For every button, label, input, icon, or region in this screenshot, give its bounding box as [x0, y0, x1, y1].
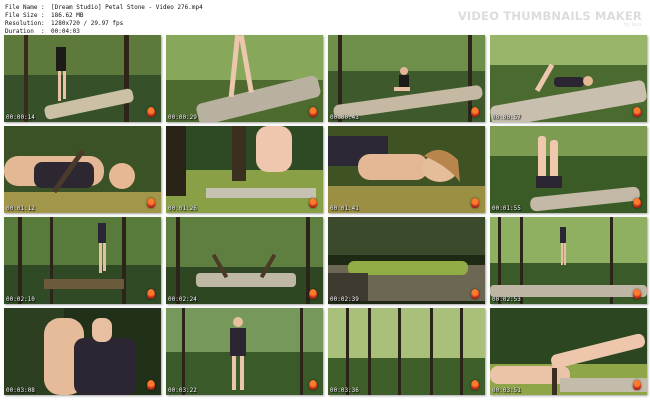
file-size-label: File Size — [5, 12, 38, 19]
studio-logo-icon — [309, 107, 317, 117]
thumbnail-grid: 00:00:14 00:00:29 00:00:43 00:00:57 00:01:12… — [4, 35, 647, 395]
studio-logo-icon — [147, 289, 155, 299]
separator: : — [41, 20, 45, 27]
thumbnail-frame-image — [4, 217, 161, 304]
thumbnail-frame-image — [490, 35, 647, 122]
thumbnail-frame-image — [328, 126, 485, 213]
studio-logo-icon — [633, 380, 641, 390]
video-thumbnail: 00:03:36 — [328, 308, 485, 395]
thumbnail-frame-image — [166, 308, 323, 395]
thumbnail-timestamp: 00:00:57 — [492, 114, 521, 121]
file-name-value: [Dream Studio] Petal Stone - Video 276.m… — [51, 4, 203, 11]
thumbnail-frame-image — [490, 308, 647, 395]
studio-logo-icon — [633, 198, 641, 208]
resolution-value: 1280x720 / 29.97 fps — [51, 20, 124, 27]
thumbnail-frame-image — [328, 217, 485, 304]
separator: : — [41, 4, 45, 11]
thumbnail-timestamp: 00:03:36 — [330, 387, 359, 394]
thumbnail-timestamp: 00:02:10 — [6, 296, 35, 303]
video-thumbnail: 00:00:57 — [490, 35, 647, 122]
thumbnail-timestamp: 00:02:39 — [330, 296, 359, 303]
file-size-value: 186.62 MB — [51, 12, 84, 19]
thumbnail-frame-image — [490, 126, 647, 213]
video-thumbnail: 00:02:39 — [328, 217, 485, 304]
video-thumbnail: 00:03:08 — [4, 308, 161, 395]
thumbnail-timestamp: 00:00:14 — [6, 114, 35, 121]
studio-logo-icon — [471, 198, 479, 208]
file-info-panel: File Name : [Dream Studio] Petal Stone -… — [5, 4, 203, 36]
video-thumbnail: 00:02:10 — [4, 217, 161, 304]
video-thumbnail: 00:03:22 — [166, 308, 323, 395]
video-thumbnail: 00:01:41 — [328, 126, 485, 213]
studio-logo-icon — [471, 107, 479, 117]
thumbnail-timestamp: 00:03:22 — [168, 387, 197, 394]
thumbnail-frame-image — [328, 308, 485, 395]
thumbnail-frame-image — [166, 35, 323, 122]
brand-watermark: VIDEO THUMBNAILS MAKER by lexx — [458, 9, 642, 28]
studio-logo-icon — [309, 380, 317, 390]
separator: : — [41, 12, 45, 19]
thumbnail-timestamp: 00:01:12 — [6, 205, 35, 212]
thumbnail-timestamp: 00:03:51 — [492, 387, 521, 394]
studio-logo-icon — [309, 289, 317, 299]
thumbnail-frame-image — [4, 308, 161, 395]
thumbnail-timestamp: 00:00:29 — [168, 114, 197, 121]
thumbnail-timestamp: 00:00:43 — [330, 114, 359, 121]
studio-logo-icon — [471, 380, 479, 390]
thumbnail-timestamp: 00:02:24 — [168, 296, 197, 303]
studio-logo-icon — [147, 198, 155, 208]
thumbnail-frame-image — [490, 217, 647, 304]
thumbnail-timestamp: 00:03:08 — [6, 387, 35, 394]
video-thumbnail: 00:01:26 — [166, 126, 323, 213]
thumbnail-frame-image — [4, 126, 161, 213]
file-size-row: File Size : 186.62 MB — [5, 12, 203, 20]
video-thumbnail: 00:02:53 — [490, 217, 647, 304]
studio-logo-icon — [309, 198, 317, 208]
thumbnail-timestamp: 00:01:26 — [168, 205, 197, 212]
studio-logo-icon — [471, 289, 479, 299]
studio-logo-icon — [147, 380, 155, 390]
brand-title: VIDEO THUMBNAILS MAKER — [457, 9, 642, 23]
video-thumbnail: 00:02:24 — [166, 217, 323, 304]
video-thumbnail: 00:00:29 — [166, 35, 323, 122]
studio-logo-icon — [633, 107, 641, 117]
thumbnail-frame-image — [328, 35, 485, 122]
video-thumbnail: 00:01:55 — [490, 126, 647, 213]
video-thumbnail: 00:00:14 — [4, 35, 161, 122]
video-thumbnail: 00:01:12 — [4, 126, 161, 213]
file-name-label: File Name — [5, 4, 38, 11]
video-thumbnail: 00:03:51 — [490, 308, 647, 395]
studio-logo-icon — [633, 289, 641, 299]
thumbnail-timestamp: 00:01:41 — [330, 205, 359, 212]
thumbnail-frame-image — [166, 217, 323, 304]
thumbnail-timestamp: 00:01:55 — [492, 205, 521, 212]
thumbnail-frame-image — [4, 35, 161, 122]
video-thumbnail: 00:00:43 — [328, 35, 485, 122]
resolution-label: Resolution — [5, 20, 42, 27]
studio-logo-icon — [147, 107, 155, 117]
file-name-row: File Name : [Dream Studio] Petal Stone -… — [5, 4, 203, 12]
resolution-row: Resolution : 1280x720 / 29.97 fps — [5, 20, 203, 28]
thumbnail-frame-image — [166, 126, 323, 213]
thumbnail-timestamp: 00:02:53 — [492, 296, 521, 303]
